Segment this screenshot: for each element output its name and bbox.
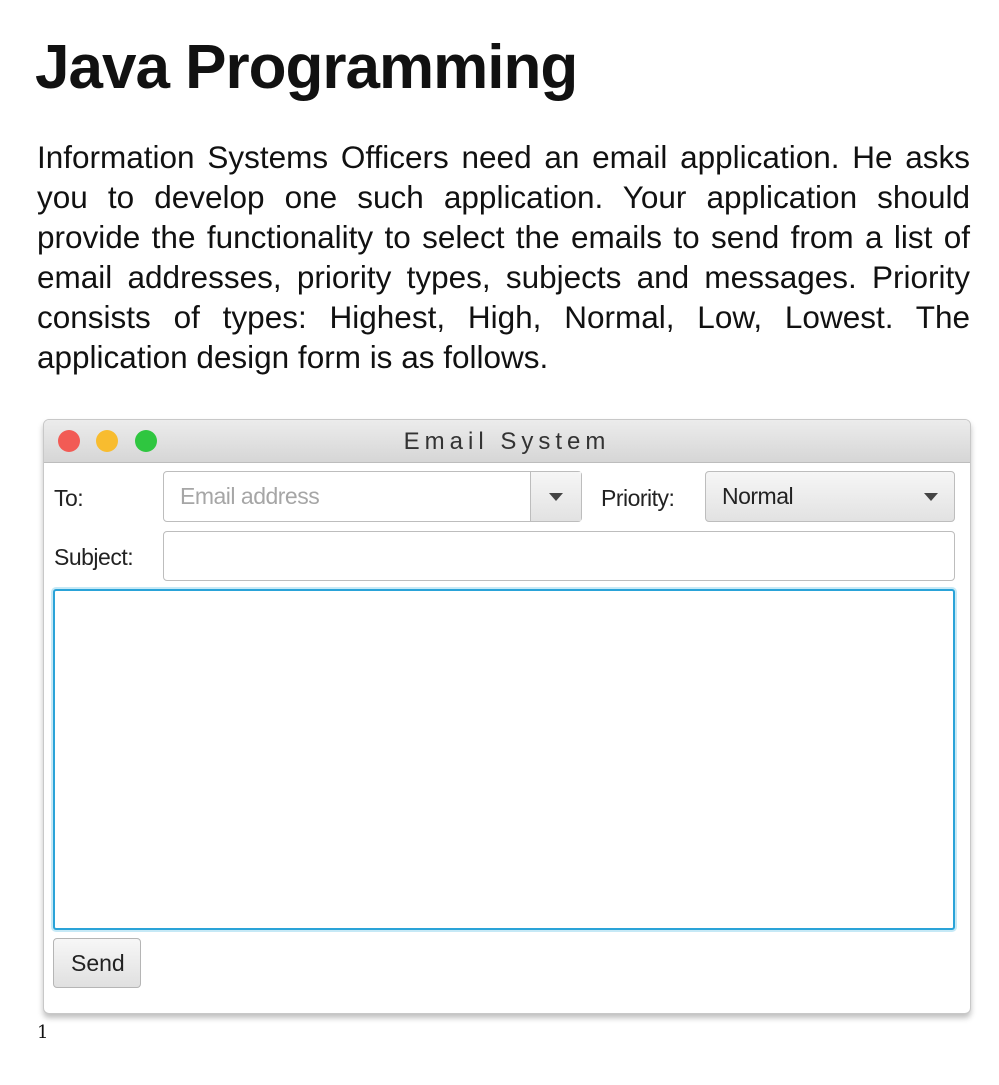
page-number: 1 bbox=[37, 1022, 49, 1043]
title-bar: Email System bbox=[44, 420, 970, 463]
chevron-down-icon bbox=[549, 493, 563, 501]
to-combobox[interactable]: Email address bbox=[163, 471, 582, 522]
priority-label: Priority: bbox=[601, 485, 675, 511]
priority-value: Normal bbox=[722, 483, 794, 509]
to-dropdown-button[interactable] bbox=[530, 472, 581, 521]
subject-input[interactable] bbox=[163, 531, 955, 581]
to-placeholder: Email address bbox=[180, 483, 320, 509]
subject-label: Subject: bbox=[54, 544, 134, 570]
to-label: To: bbox=[54, 485, 84, 511]
send-button-label: Send bbox=[71, 950, 125, 976]
message-textarea[interactable] bbox=[53, 589, 955, 930]
send-button[interactable]: Send bbox=[53, 938, 141, 988]
assignment-description: Information Systems Officers need an ema… bbox=[37, 139, 970, 375]
priority-select[interactable]: Normal bbox=[705, 471, 955, 522]
email-system-window: Email System To: Email address Priority:… bbox=[43, 419, 971, 1014]
page-title: Java Programming bbox=[35, 33, 578, 102]
chevron-down-icon bbox=[924, 493, 938, 501]
window-title: Email System bbox=[403, 428, 611, 455]
